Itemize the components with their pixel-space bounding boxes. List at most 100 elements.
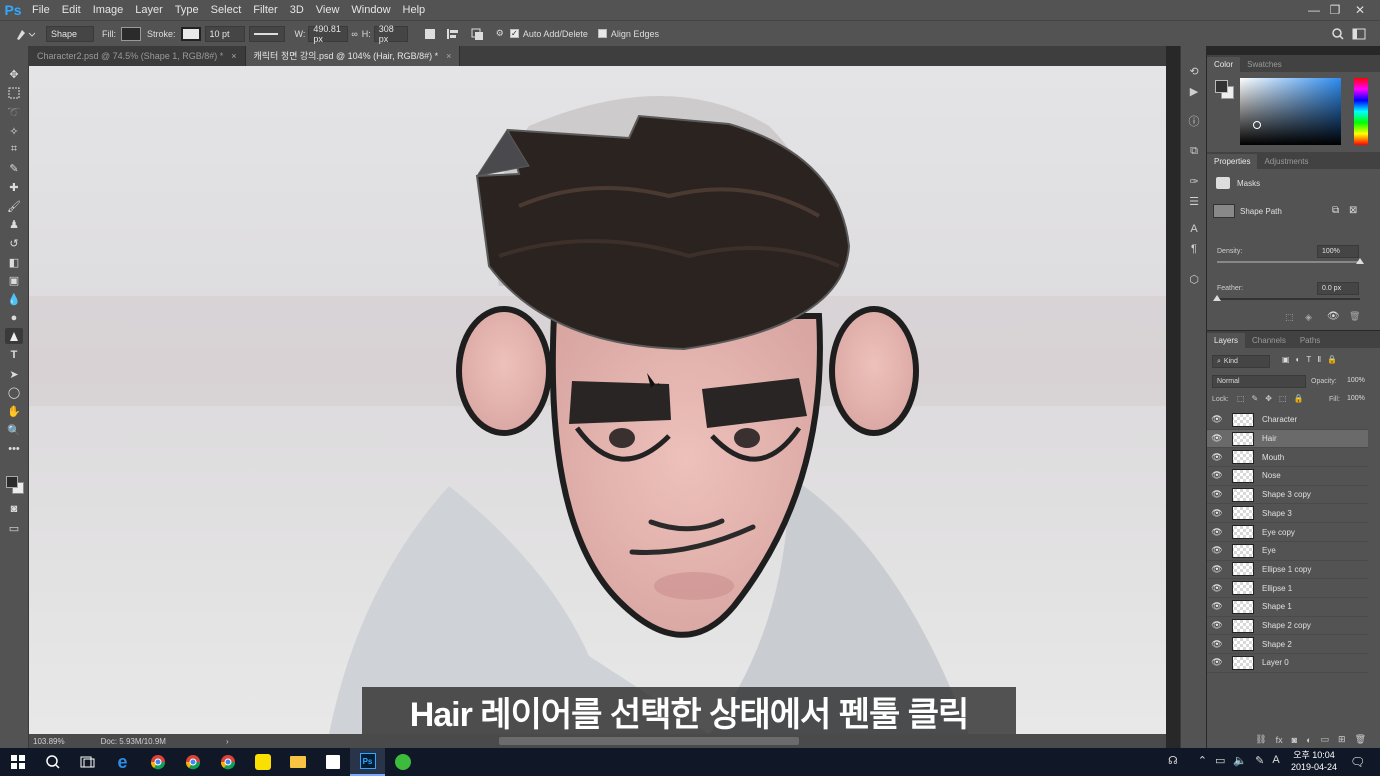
layer-row[interactable]: 👁 Hair	[1207, 429, 1368, 449]
path-operations-icon[interactable]	[424, 25, 436, 43]
delete-mask-icon[interactable]: 🗑	[1349, 311, 1360, 322]
edge-browser-icon[interactable]: e	[105, 748, 140, 776]
add-vector-mask-icon[interactable]: ⊠	[1349, 205, 1357, 216]
type-tool-icon[interactable]: T	[5, 347, 23, 363]
actions-icon[interactable]: ▶	[1185, 82, 1203, 100]
close-tab-icon[interactable]: ×	[231, 51, 236, 61]
windows-start-icon[interactable]	[0, 748, 35, 776]
tool-mode-select[interactable]: Shape	[46, 25, 94, 42]
layer-row[interactable]: 👁 Eye	[1207, 542, 1368, 561]
visibility-eye-icon[interactable]: 👁	[1327, 311, 1340, 322]
layer-row[interactable]: 👁 Shape 2 copy	[1207, 617, 1368, 636]
gear-icon[interactable]: ⚙	[496, 25, 504, 43]
tray-expand-icon[interactable]: ⌃	[1198, 754, 1207, 767]
tab-character2[interactable]: Character2.psd @ 74.5% (Shape 1, RGB/8#)…	[29, 46, 246, 66]
network-icon[interactable]: ▭	[1215, 754, 1225, 767]
density-slider[interactable]	[1217, 261, 1360, 263]
task-view-icon[interactable]	[70, 748, 105, 776]
density-input[interactable]: 100%	[1317, 245, 1359, 258]
visibility-eye-icon[interactable]: 👁	[1207, 470, 1227, 481]
layer-row[interactable]: 👁 Ellipse 1 copy	[1207, 561, 1368, 580]
volume-icon[interactable]: 🔈	[1233, 754, 1247, 767]
history-icon[interactable]: ⟲	[1185, 62, 1203, 80]
tab-paths[interactable]: Paths	[1293, 333, 1327, 348]
magic-wand-tool-icon[interactable]: ✧	[5, 123, 23, 139]
layer-row[interactable]: 👁 Shape 1	[1207, 598, 1368, 617]
people-icon[interactable]: ☊	[1168, 754, 1178, 767]
select-mask-icon[interactable]: ⧉	[1332, 205, 1339, 216]
zoom-tool-icon[interactable]: 🔍	[5, 422, 23, 438]
restore-button[interactable]: ❐	[1324, 0, 1346, 20]
menu-view[interactable]: View	[310, 0, 346, 20]
tab-channels[interactable]: Channels	[1245, 333, 1293, 348]
recorder-app-icon[interactable]	[385, 748, 420, 776]
chrome-icon[interactable]	[175, 748, 210, 776]
stroke-style-select[interactable]	[248, 25, 285, 42]
height-input[interactable]: 308 px	[373, 24, 408, 44]
clone-stamp-tool-icon[interactable]: ♟	[5, 216, 23, 232]
sticky-notes-icon[interactable]	[315, 748, 350, 776]
tab-swatches[interactable]: Swatches	[1240, 57, 1289, 72]
feather-input[interactable]: 0.0 px	[1317, 282, 1359, 295]
search-icon[interactable]	[35, 748, 70, 776]
info-icon[interactable]: ⓘ	[1185, 112, 1203, 130]
tab-adjustments[interactable]: Adjustments	[1257, 154, 1315, 169]
visibility-eye-icon[interactable]: 👁	[1207, 564, 1227, 575]
tab-properties[interactable]: Properties	[1207, 154, 1258, 169]
clock[interactable]: 오후 10:04 2019-04-24	[1290, 749, 1338, 773]
menu-layer[interactable]: Layer	[129, 0, 169, 20]
link-layers-icon[interactable]: ⛓	[1255, 734, 1266, 745]
layer-row[interactable]: 👁 Ellipse 1	[1207, 579, 1368, 598]
visibility-eye-icon[interactable]: 👁	[1207, 452, 1227, 463]
brush-tool-icon[interactable]: 🖌	[5, 198, 23, 214]
menu-help[interactable]: Help	[397, 0, 432, 20]
auto-add-delete-checkbox[interactable]: ✓ Auto Add/Delete	[509, 25, 588, 43]
search-icon[interactable]	[1332, 25, 1344, 43]
layer-row[interactable]: 👁 Mouth	[1207, 448, 1368, 468]
visibility-eye-icon[interactable]: 👁	[1207, 639, 1227, 650]
more-tools-icon[interactable]: •••	[5, 441, 23, 457]
layer-row[interactable]: 👁 Eye copy	[1207, 523, 1368, 542]
visibility-eye-icon[interactable]: 👁	[1207, 601, 1227, 612]
gradient-tool-icon[interactable]: ▣	[5, 272, 23, 288]
file-explorer-icon[interactable]	[280, 748, 315, 776]
document-canvas[interactable]: *	[29, 66, 1166, 734]
history-brush-tool-icon[interactable]: ↺	[5, 235, 23, 251]
add-mask-icon[interactable]: ◙	[1292, 735, 1297, 745]
layer-row[interactable]: 👁 Layer 0	[1207, 654, 1368, 673]
status-menu-arrow[interactable]: ›	[226, 737, 229, 746]
tab-color[interactable]: Color	[1207, 57, 1241, 72]
zoom-level[interactable]: 103.89%	[33, 737, 65, 746]
color-swatches[interactable]	[1215, 80, 1235, 100]
fill-input[interactable]: 100%	[1345, 393, 1372, 406]
layer-row[interactable]: 👁 Shape 2	[1207, 635, 1368, 655]
eraser-tool-icon[interactable]: ◧	[5, 254, 23, 270]
layer-row[interactable]: 👁 Shape 3	[1207, 505, 1368, 524]
pen-tool-preset-icon[interactable]	[14, 25, 36, 43]
paragraph-icon[interactable]: ¶	[1185, 240, 1203, 258]
menu-3d[interactable]: 3D	[284, 0, 310, 20]
character-icon[interactable]: A	[1185, 220, 1203, 238]
pen-workspace-icon[interactable]: ✎	[1255, 754, 1264, 767]
menu-edit[interactable]: Edit	[56, 0, 87, 20]
menu-select[interactable]: Select	[205, 0, 248, 20]
new-layer-icon[interactable]: ⊞	[1338, 734, 1346, 745]
link-icon[interactable]: ∞	[351, 25, 357, 43]
move-tool-icon[interactable]: ✥	[5, 66, 23, 82]
layer-filter-kind[interactable]: ⌕ Kind	[1212, 355, 1270, 368]
visibility-eye-icon[interactable]: 👁	[1207, 620, 1227, 631]
menu-window[interactable]: Window	[345, 0, 396, 20]
visibility-eye-icon[interactable]: 👁	[1207, 545, 1227, 556]
visibility-eye-icon[interactable]: 👁	[1207, 527, 1227, 538]
chrome-icon[interactable]	[210, 748, 245, 776]
menu-filter[interactable]: Filter	[247, 0, 283, 20]
fill-swatch[interactable]	[121, 26, 141, 41]
apply-mask-icon[interactable]: ◈	[1305, 312, 1312, 323]
hand-tool-icon[interactable]: ✋	[5, 403, 23, 419]
path-arrangement-icon[interactable]	[470, 25, 484, 43]
crop-tool-icon[interactable]: ⌗	[5, 141, 23, 157]
tab-layers[interactable]: Layers	[1207, 333, 1246, 348]
eyedropper-tool-icon[interactable]: ✎	[5, 160, 23, 176]
kakaotalk-icon[interactable]	[245, 748, 280, 776]
workspace-icon[interactable]	[1352, 25, 1366, 43]
